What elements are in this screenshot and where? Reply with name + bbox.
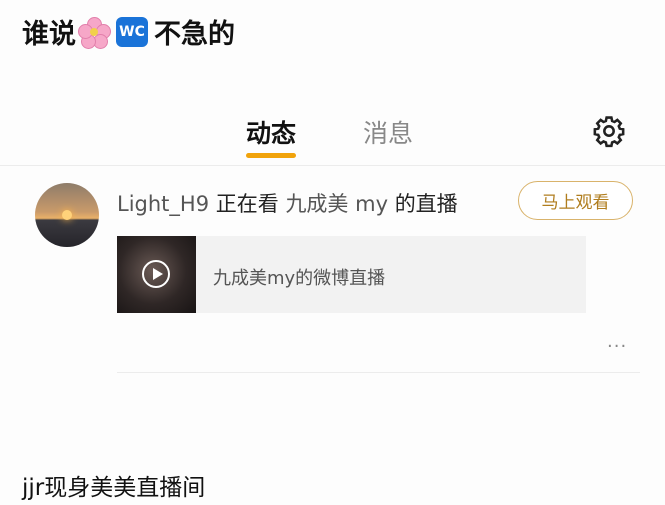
feed-line: Light_H9 正在看 九成美 my 的直播 — [117, 188, 458, 218]
feed-divider — [117, 372, 640, 373]
feed-target-user[interactable]: 九成美 my — [285, 192, 388, 216]
flower-emoji-icon — [78, 16, 111, 49]
settings-gear-icon[interactable] — [592, 114, 626, 148]
live-card-title: 九成美my的微博直播 — [213, 268, 386, 289]
tab-feed[interactable]: 动态 — [246, 114, 297, 158]
avatar-sunset-image — [62, 210, 72, 220]
tab-active-underline — [246, 153, 297, 158]
play-icon[interactable] — [142, 260, 170, 288]
tab-messages-label: 消息 — [363, 119, 414, 148]
caption-top-text-after: 不急的 — [154, 19, 235, 50]
caption-top: 谁说 WC 不急的 — [22, 12, 235, 51]
watch-now-button[interactable]: 马上观看 — [518, 181, 633, 220]
live-card[interactable]: 九成美my的微博直播 — [117, 236, 586, 313]
tab-feed-label: 动态 — [246, 119, 297, 148]
more-icon[interactable]: ··· — [607, 336, 627, 357]
tab-messages[interactable]: 消息 — [363, 114, 413, 150]
feed-action: 正在看 — [215, 192, 279, 216]
feed-suffix: 的直播 — [394, 192, 458, 216]
caption-bottom: jjr现身美美直播间 — [22, 475, 206, 501]
header-divider — [0, 165, 665, 166]
live-thumbnail — [117, 236, 196, 313]
caption-top-text-before: 谁说 — [22, 19, 76, 50]
avatar[interactable] — [35, 183, 99, 247]
tab-bar: 动态 消息 — [0, 110, 665, 160]
wc-badge-icon: WC — [116, 16, 148, 47]
feed-username[interactable]: Light_H9 — [117, 192, 209, 216]
